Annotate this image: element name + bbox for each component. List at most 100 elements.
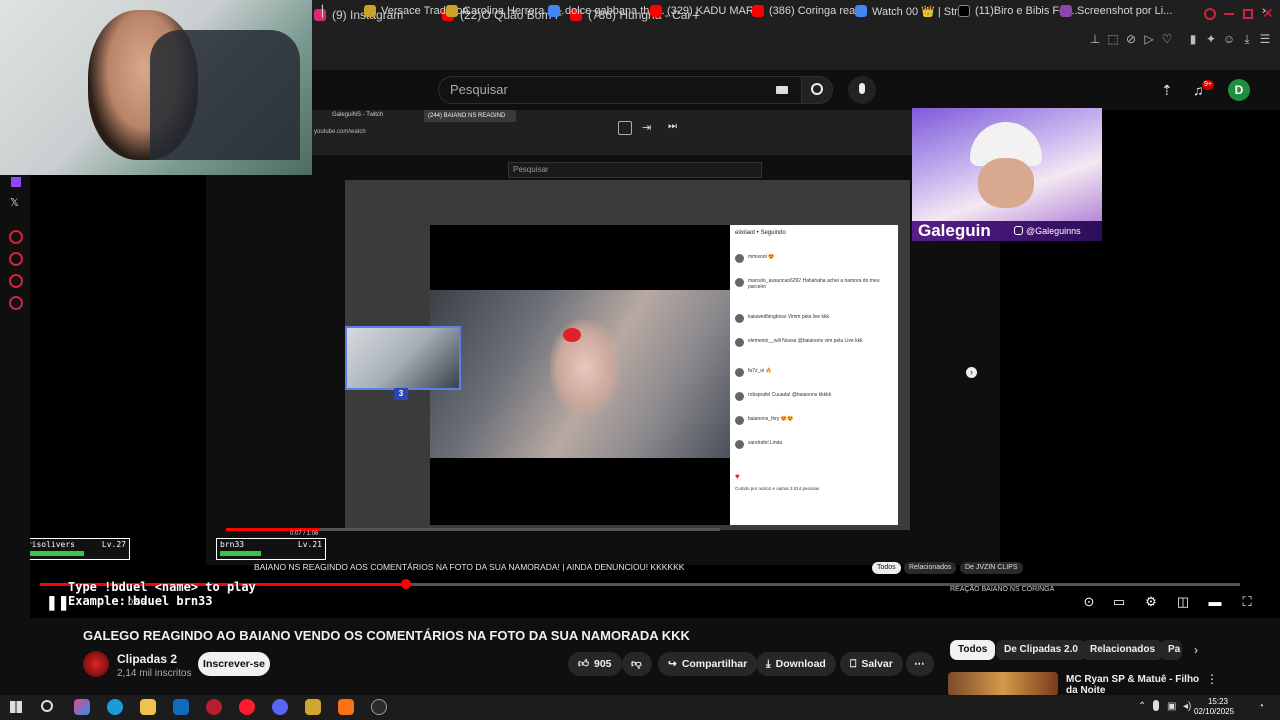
discord-icon[interactable] — [272, 699, 288, 715]
tray-overflow-icon[interactable]: ⌃ — [1138, 701, 1146, 712]
profile-icon[interactable]: ☺ — [1222, 32, 1236, 46]
bookmark-item[interactable]: dolce gabbana the... — [548, 3, 665, 19]
google-icon — [548, 5, 560, 17]
comment-avatar — [735, 278, 744, 287]
download-button[interactable]: ⤓ Download — [756, 652, 836, 676]
maximize-icon[interactable] — [1243, 9, 1253, 19]
dislike-button[interactable]: 👎︎ — [622, 652, 652, 676]
app-icon[interactable] — [371, 699, 387, 715]
bookmark-icon: ⎕ — [850, 658, 857, 670]
windows-start-icon[interactable] — [10, 701, 22, 713]
download-label: Download — [775, 658, 826, 670]
search-tabs-icon[interactable] — [1204, 8, 1216, 20]
voice-search-button[interactable] — [848, 76, 876, 104]
volume-icon[interactable]: ◂) — [1183, 701, 1191, 712]
bookmark-item[interactable]: Watch 00 👑 | Str... — [855, 3, 966, 19]
chips-next-icon[interactable]: › — [1194, 643, 1198, 657]
system-date[interactable]: 02/10/2025 — [1194, 707, 1234, 716]
theater-mode-icon[interactable]: ▬ — [1206, 594, 1224, 610]
mic-icon[interactable] — [1153, 700, 1159, 711]
sidebar-icon[interactable] — [9, 252, 23, 266]
duel-player-name: brn33 — [220, 540, 245, 549]
video-progress-handle[interactable] — [401, 579, 411, 589]
next-post-icon: › — [966, 367, 977, 378]
bookmark-item[interactable]: (386) Coringa rea... — [752, 3, 864, 19]
exit-icon[interactable]: ⇥ — [642, 121, 656, 135]
file-explorer-icon[interactable] — [140, 699, 156, 715]
share-icon: ↪ — [668, 658, 677, 670]
battery-icon[interactable]: ▮ — [1186, 32, 1200, 46]
miniplayer-icon[interactable]: ◫ — [1174, 594, 1192, 610]
keyboard-icon[interactable] — [776, 86, 788, 94]
search-input[interactable]: Pesquisar — [438, 76, 802, 104]
notification-center-icon[interactable]: ◔ — [1258, 701, 1264, 712]
sidebar-icon[interactable] — [9, 230, 23, 244]
bookmark-icon — [446, 5, 458, 17]
bookmark-chevron[interactable]: ▏ — [322, 3, 330, 19]
ig-like-icon: ♥ — [735, 472, 740, 481]
sidebar-icon[interactable] — [9, 274, 23, 288]
shield-icon[interactable]: ⊘ — [1124, 32, 1138, 46]
pin-icon[interactable]: ⊥ — [1088, 32, 1102, 46]
upload-icon[interactable]: ⇡ — [1161, 82, 1175, 98]
search-icon[interactable] — [41, 700, 53, 712]
ig-comment: kaiuwedhingboss Vimm pela live kkk — [735, 314, 890, 328]
like-button[interactable]: 👍︎ 905 — [568, 652, 622, 676]
fullscreen-icon[interactable]: ⛶ — [1238, 594, 1256, 610]
bookmark-item[interactable]: (329) KADU MAR... — [650, 3, 763, 19]
app-icon[interactable] — [206, 699, 222, 715]
chip-more[interactable]: Pa — [1160, 640, 1182, 660]
subscribe-button[interactable]: Inscrever-se — [198, 652, 270, 676]
copilot-icon[interactable] — [74, 699, 90, 715]
bookmark-item[interactable]: Screenshot por Li... — [1060, 3, 1172, 19]
skip-icon[interactable]: ⏭ — [668, 121, 682, 135]
account-avatar[interactable]: D — [1228, 79, 1250, 101]
ig-comment: baianons_fnry 😍😍 — [735, 416, 890, 430]
sidebar-icon[interactable] — [9, 296, 23, 310]
save-label: Salvar — [861, 658, 893, 670]
related-video-title[interactable]: MC Ryan SP & Matuê - Filho da Noite — [1066, 674, 1206, 696]
streamer-name: Galeguin — [918, 221, 991, 240]
share-button[interactable]: ↪ Compartilhar — [658, 652, 758, 676]
bot-overlay-text: Type !bduel <name> to play — [68, 580, 256, 594]
pip-icon[interactable] — [618, 121, 632, 135]
app-icon[interactable] — [338, 699, 354, 715]
youtube-icon — [752, 5, 764, 17]
inner-video-title: BAIANO NS REAGINDO AOS COMENTÁRIOS NA FO… — [254, 562, 685, 572]
download-icon[interactable]: ⤓ — [1240, 32, 1254, 46]
chip-related[interactable]: Relacionados — [1082, 640, 1164, 660]
heart-icon[interactable]: ♡ — [1160, 32, 1174, 46]
pause-button[interactable]: ❚❚ — [46, 594, 69, 610]
channel-name[interactable]: Clipadas 2 — [117, 652, 177, 666]
autoplay-toggle[interactable]: ⊙ — [1080, 594, 1098, 610]
app-icon[interactable] — [305, 699, 321, 715]
related-menu-icon[interactable]: ⋮ — [1206, 672, 1218, 686]
chip-all[interactable]: Todos — [950, 640, 996, 660]
youtube-icon — [650, 5, 662, 17]
network-icon[interactable]: ▣ — [1167, 701, 1176, 712]
extensions-icon[interactable]: ✦ — [1204, 32, 1218, 46]
menu-icon[interactable]: ☰ — [1258, 32, 1272, 46]
streamer-facecam — [0, 0, 312, 175]
search-button[interactable] — [801, 76, 833, 104]
subtitles-icon[interactable]: ▭ — [1110, 594, 1128, 610]
twitch-icon[interactable] — [11, 177, 21, 187]
save-button[interactable]: ⎕ Salvar — [840, 652, 903, 676]
outlook-icon[interactable] — [173, 699, 189, 715]
more-button[interactable]: ⋯ — [906, 652, 934, 676]
bookmarks-overflow-icon[interactable]: › — [1262, 3, 1266, 19]
minimize-icon[interactable] — [1224, 13, 1234, 15]
x-icon[interactable]: 𝕏 — [10, 196, 19, 209]
chip-channel[interactable]: De Clipadas 2.0 — [996, 640, 1086, 660]
opera-icon[interactable] — [239, 699, 255, 715]
play-icon[interactable]: ▷ — [1142, 32, 1156, 46]
channel-avatar[interactable] — [83, 651, 109, 677]
ig-comment: robsprafel Cuuada! @baianons kkkkk — [735, 392, 890, 406]
settings-icon[interactable]: ⚙ — [1142, 594, 1160, 610]
bookmark-item[interactable]: Carolina Herrera C... — [446, 3, 564, 19]
related-video-thumbnail[interactable] — [948, 672, 1058, 696]
edge-icon[interactable] — [107, 699, 123, 715]
capture-icon[interactable]: ⬚ — [1106, 32, 1120, 46]
system-clock[interactable]: 15:23 — [1200, 697, 1228, 707]
heart-sticker — [563, 328, 581, 342]
